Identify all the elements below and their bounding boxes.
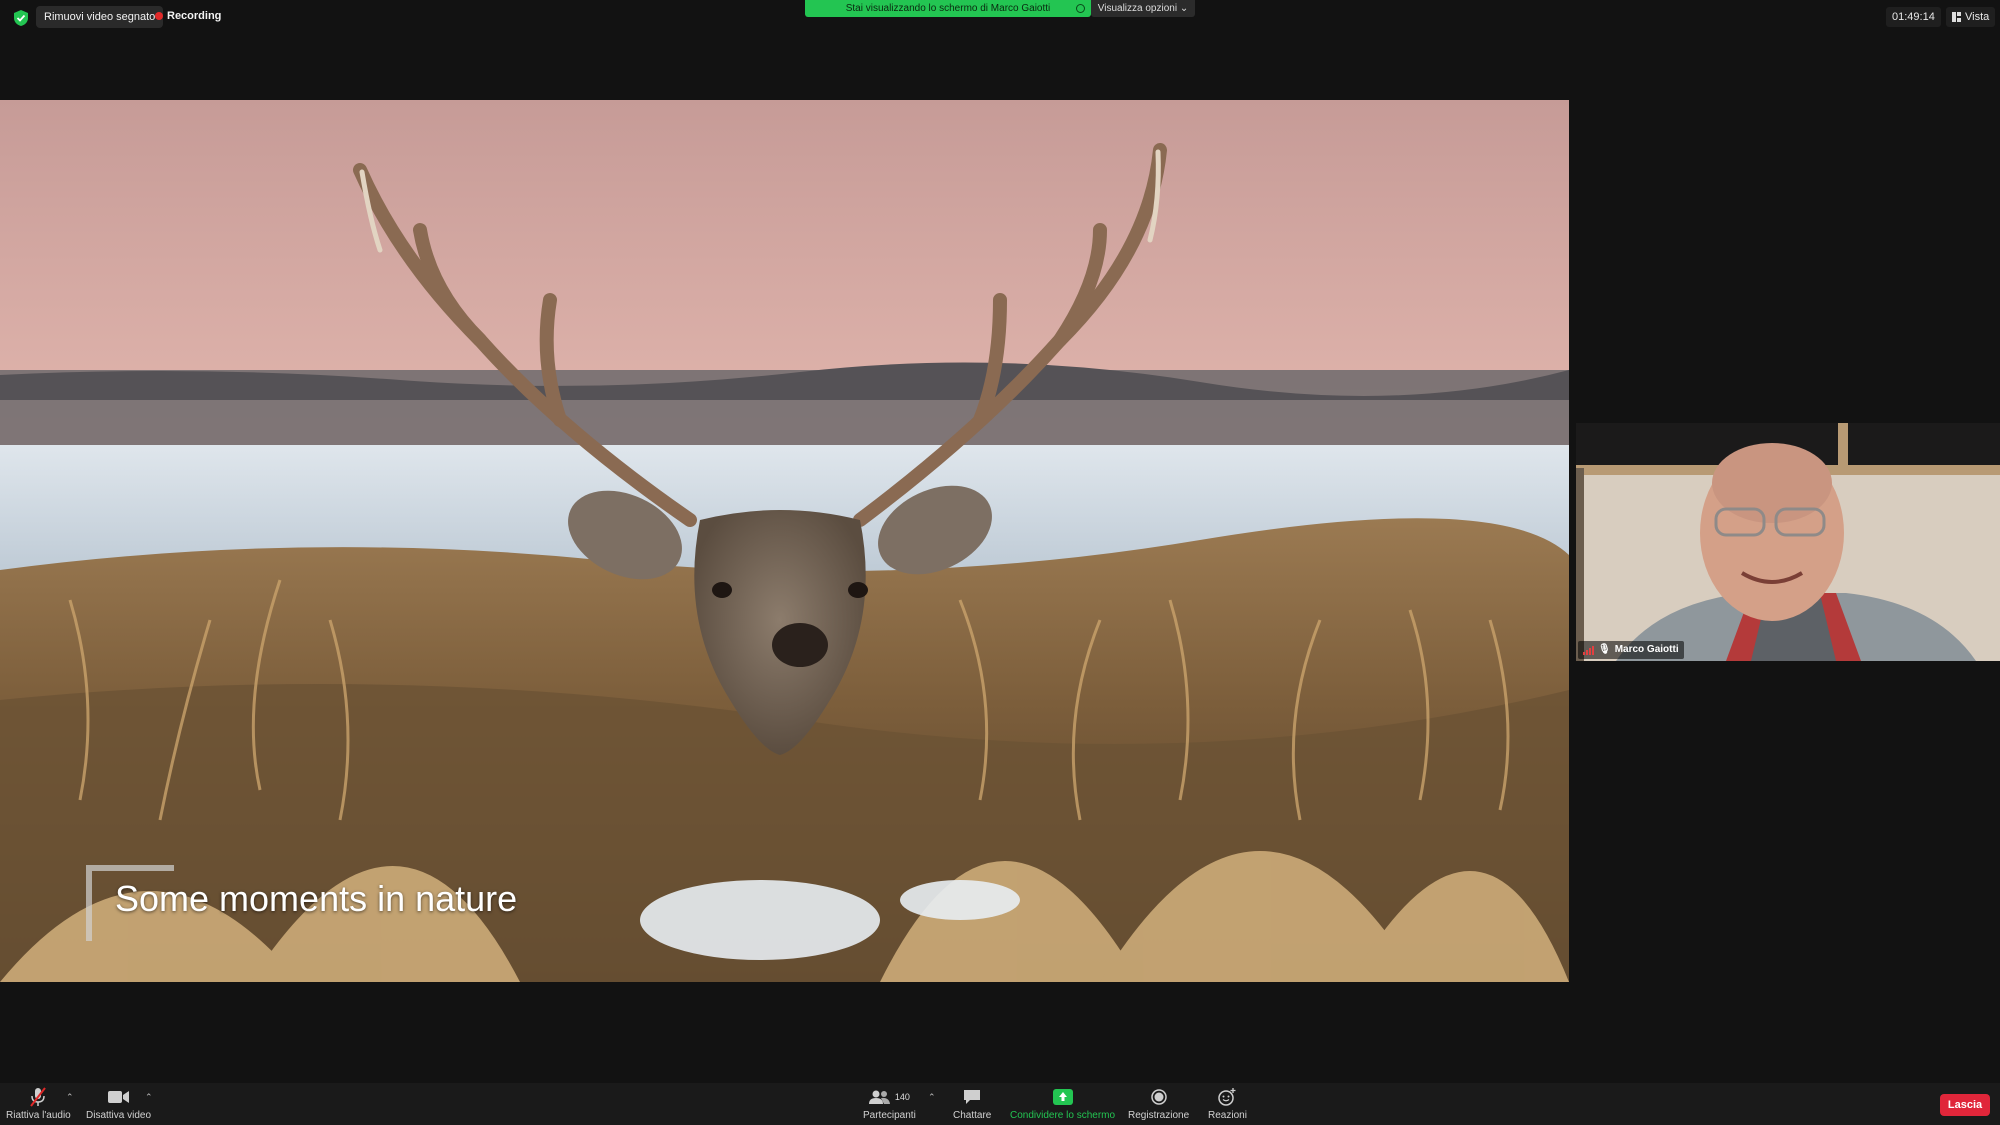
leave-meeting-button[interactable]: Lascia — [1940, 1094, 1990, 1116]
participant-name-tag: 🎙 Marco Gaiotti — [1578, 641, 1684, 659]
view-options-label: Visualizza opzioni — [1097, 3, 1178, 14]
record-label: Registrazione — [1128, 1110, 1190, 1121]
recording-label: Recording — [167, 10, 222, 22]
meeting-toolbar: Riattiva l'audio ⌃ Disattiva video ⌃ 140… — [0, 1083, 2000, 1125]
chevron-down-icon: ⌄ — [1179, 3, 1189, 14]
mic-muted-icon: 🎙 — [1598, 644, 1611, 655]
microphone-muted-icon — [30, 1087, 47, 1107]
recording-dot-icon — [155, 12, 163, 20]
participant-video-tile[interactable]: 🎙 Marco Gaiotti — [1576, 423, 2000, 661]
top-bar: Rimuovi video segnato Recording Stai vis… — [0, 0, 2000, 34]
share-status-icon — [1076, 4, 1085, 13]
screen-share-banner: Stai visualizzando lo schermo di Marco G… — [805, 0, 1091, 17]
participants-button[interactable]: 140 Partecipanti — [863, 1087, 916, 1121]
security-shield-icon[interactable] — [12, 9, 30, 27]
unmute-button[interactable]: Riattiva l'audio — [6, 1087, 71, 1121]
chat-label: Chattare — [953, 1110, 992, 1121]
share-banner-text: Stai visualizzando lo schermo di Marco G… — [845, 3, 1051, 14]
signal-strength-icon — [1583, 645, 1594, 655]
view-options-dropdown[interactable]: Visualizza opzioni ⌄ — [1091, 0, 1195, 17]
record-icon — [1150, 1089, 1167, 1105]
participant-name: Marco Gaiotti — [1614, 644, 1679, 655]
deer-photo — [0, 100, 1569, 982]
reactions-label: Reazioni — [1208, 1110, 1247, 1121]
reactions-smiley-icon — [1218, 1088, 1236, 1106]
meeting-clock: 01:49:14 — [1886, 7, 1941, 27]
view-label: Vista — [1965, 11, 1990, 23]
chat-bubble-icon — [964, 1090, 981, 1104]
stop-video-button[interactable]: Disattiva video — [86, 1087, 151, 1121]
share-screen-label: Condividere lo schermo — [1010, 1110, 1116, 1121]
reactions-button[interactable]: Reazioni — [1208, 1087, 1247, 1121]
view-grid-icon — [1952, 12, 1961, 22]
participants-label: Partecipanti — [863, 1110, 916, 1121]
slide-title: Some moments in nature — [115, 878, 518, 919]
shared-screen[interactable]: Some moments in nature — [0, 100, 1569, 982]
stop-video-label: Disattiva video — [86, 1110, 152, 1121]
participants-chevron-up-icon[interactable]: ⌃ — [928, 1092, 936, 1103]
remove-pinned-video-button[interactable]: Rimuovi video segnato — [36, 6, 164, 28]
view-button[interactable]: Vista — [1946, 7, 1996, 27]
participants-icon — [868, 1090, 890, 1104]
audio-options-chevron-up-icon[interactable]: ⌃ — [66, 1092, 74, 1103]
chat-button[interactable]: Chattare — [953, 1087, 991, 1121]
record-button[interactable]: Registrazione — [1128, 1087, 1189, 1121]
unmute-label: Riattiva l'audio — [6, 1110, 71, 1121]
recording-indicator[interactable]: Recording — [155, 10, 221, 22]
participants-count: 140 — [894, 1092, 910, 1102]
share-screen-icon — [1052, 1089, 1073, 1105]
video-options-chevron-up-icon[interactable]: ⌃ — [145, 1092, 153, 1103]
participant-video — [1576, 423, 2000, 661]
video-camera-icon — [107, 1091, 129, 1103]
share-screen-button[interactable]: Condividere lo schermo — [1010, 1087, 1115, 1121]
